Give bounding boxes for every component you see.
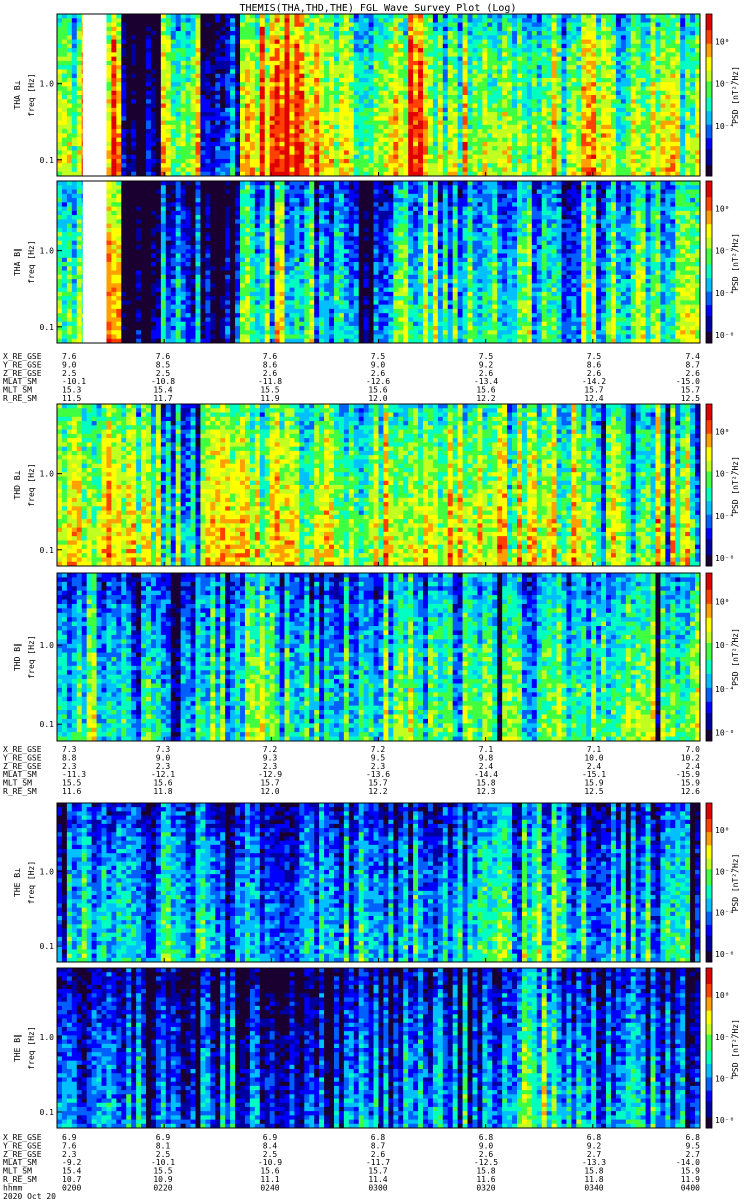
- y-tick-label: 1.0: [40, 867, 55, 876]
- colorbar-tick-label: 10⁻⁶: [715, 729, 734, 738]
- ephemeris-value: 12.0: [260, 787, 279, 796]
- y-tick-label: 1.0: [40, 470, 55, 479]
- wave-survey-figure: THEMIS(THA,THD,THE) FGL Wave Survey Plot…: [3, 3, 740, 1200]
- colorbar: 10⁰10⁻²10⁻⁴10⁻⁶PSD [nT²/Hz]: [705, 802, 740, 963]
- ephemeris-value: 0240: [260, 1183, 279, 1192]
- data-gap: [82, 181, 103, 343]
- y-axis-label: freq [Hz]: [27, 861, 36, 904]
- spectrogram-thd-bpar: 1.00.1THD B∥ freq [Hz]10⁰10⁻²10⁻⁴10⁻⁶PSD …: [13, 572, 740, 742]
- y-axis-label: freq [Hz]: [27, 1026, 36, 1069]
- spectrogram-thd-bperp: 1.00.1THD B⊥ freq [Hz]10⁰10⁻²10⁻⁴10⁻⁶PSD …: [13, 403, 740, 567]
- y-tick-label: 0.1: [40, 720, 55, 729]
- ephemeris-value: 11.9: [260, 394, 279, 403]
- colorbar-tick-label: 10⁰: [715, 205, 729, 214]
- ephemeris-value: 11.6: [62, 787, 81, 796]
- panel-label: THE B∥: [13, 1034, 22, 1062]
- ephemeris-value: 11.5: [62, 394, 81, 403]
- ephemeris-value: 12.6: [681, 787, 700, 796]
- ephemeris-value: 11.7: [153, 394, 172, 403]
- y-tick-label: 1.0: [40, 641, 55, 650]
- spectrogram-tha-bperp: 1.0 0.1 THA B⊥ freq [Hz] 10⁰10⁻²10⁻⁴PSD [nT²…: [13, 13, 740, 177]
- y-tick-label: 1.0: [40, 80, 55, 89]
- colorbar-label: PSD [nT²/Hz]: [731, 1019, 740, 1077]
- colorbar: 10⁰10⁻²10⁻⁴10⁻⁶PSD [nT²/Hz]: [705, 572, 740, 742]
- panel-label: THA B⊥: [13, 80, 22, 109]
- spectrogram-tha-bpar: 1.00.1THA B∥ freq [Hz]10⁰10⁻²10⁻⁴10⁻⁶PSD …: [13, 180, 740, 344]
- y-tick-label: 1.0: [40, 1033, 55, 1042]
- y-axis-label: freq [Hz]: [27, 73, 36, 116]
- colorbar-tick-label: 10⁻⁶: [715, 950, 734, 959]
- ephemeris-value: 12.2: [368, 787, 387, 796]
- colorbar-label: PSD [nT²/Hz]: [731, 66, 740, 124]
- y-axis-label: freq [Hz]: [27, 240, 36, 283]
- ephemeris-value: 11.8: [153, 787, 172, 796]
- y-axis-label: freq [Hz]: [27, 635, 36, 678]
- spectrogram-panels: 1.0 0.1 THA B⊥ freq [Hz] 10⁰10⁻²10⁻⁴PSD [nT²…: [13, 13, 740, 1129]
- colorbar-tick-label: 10⁰: [715, 38, 729, 47]
- ephemeris-value: 12.2: [476, 394, 495, 403]
- y-tick-label: 1.0: [40, 247, 55, 256]
- ephemeris-value: 0200: [62, 1183, 81, 1192]
- ephemeris-value: 12.0: [368, 394, 387, 403]
- panel-label: THA B∥: [13, 248, 22, 276]
- colorbar-label: PSD [nT²/Hz]: [731, 628, 740, 686]
- colorbar-tick-label: 10⁰: [715, 428, 729, 437]
- spectrogram-the-bperp: 1.00.1THE B⊥ freq [Hz]10⁰10⁻²10⁻⁴10⁻⁶PSD …: [13, 802, 740, 963]
- y-tick-label: 0.1: [40, 323, 55, 332]
- heatmap-cells: [57, 14, 701, 177]
- ephemeris-value: 12.4: [584, 394, 603, 403]
- colorbar-tick-label: 10⁻⁶: [715, 554, 734, 563]
- heatmap-cells: [57, 968, 701, 1129]
- ephemeris-value: 12.5: [681, 394, 700, 403]
- colorbar-tick-label: 10⁰: [715, 991, 729, 1000]
- ephemeris-label: 2020 Oct 20: [3, 1192, 56, 1200]
- panel-label: THE B⊥: [13, 868, 22, 897]
- ephemeris-block: X_RE_GSEY_RE_GSEZ_RE_GSEMLAT_SMMLT_SMR_R…: [3, 352, 700, 403]
- colorbar: 10⁰10⁻²10⁻⁴10⁻⁶PSD [nT²/Hz]: [705, 967, 740, 1129]
- spectrogram-the-bpar: 1.00.1THE B∥ freq [Hz]10⁰10⁻²10⁻⁴10⁻⁶PSD …: [13, 967, 740, 1129]
- y-axis-label: freq [Hz]: [27, 463, 36, 506]
- ephemeris-value: 0220: [153, 1183, 172, 1192]
- heatmap-cells: [57, 573, 701, 742]
- plot-title: THEMIS(THA,THD,THE) FGL Wave Survey Plot…: [240, 3, 517, 14]
- colorbar-tick-label: 10⁻⁶: [715, 1116, 734, 1125]
- ephemeris-value: 0320: [476, 1183, 495, 1192]
- ephemeris-block: X_RE_GSEY_RE_GSEZ_RE_GSEMLAT_SMMLT_SMR_R…: [3, 1133, 700, 1200]
- colorbar-label: PSD [nT²/Hz]: [731, 233, 740, 291]
- ephemeris-value: 0340: [584, 1183, 603, 1192]
- panel-label: THD B∥: [13, 643, 22, 671]
- ephemeris-value: 0400: [681, 1183, 700, 1192]
- y-tick-label: 0.1: [40, 942, 55, 951]
- y-tick-label: 0.1: [40, 1108, 55, 1117]
- colorbar-tick-label: 10⁰: [715, 598, 729, 607]
- colorbar: 10⁰10⁻²10⁻⁴10⁻⁶PSD [nT²/Hz]: [705, 180, 740, 344]
- heatmap-cells: [57, 803, 701, 963]
- data-gap: [82, 14, 103, 176]
- ephemeris-value: 12.5: [584, 787, 603, 796]
- ephemeris-block: X_RE_GSEY_RE_GSEZ_RE_GSEMLAT_SMMLT_SMR_R…: [3, 745, 700, 796]
- ephemeris-value: 0300: [368, 1183, 387, 1192]
- colorbar-tick-label: 10⁻⁶: [715, 331, 734, 340]
- ephemeris-value: 12.3: [476, 787, 495, 796]
- colorbar-label: PSD [nT²/Hz]: [731, 456, 740, 514]
- colorbar: 10⁰10⁻²10⁻⁴10⁻⁶PSD [nT²/Hz]: [705, 403, 740, 567]
- heatmap-cells: [57, 181, 701, 344]
- y-tick-label: 0.1: [40, 546, 55, 555]
- panel-label: THD B⊥: [13, 470, 22, 499]
- colorbar-label: PSD [nT²/Hz]: [731, 854, 740, 912]
- heatmap-cells: [57, 404, 701, 567]
- ephemeris-label: R_RE_SM: [3, 394, 37, 403]
- ephemeris-label: R_RE_SM: [3, 787, 37, 796]
- colorbar-tick-label: 10⁰: [715, 826, 729, 835]
- y-tick-label: 0.1: [40, 156, 55, 165]
- colorbar: 10⁰10⁻²10⁻⁴PSD [nT²/Hz]: [705, 13, 740, 177]
